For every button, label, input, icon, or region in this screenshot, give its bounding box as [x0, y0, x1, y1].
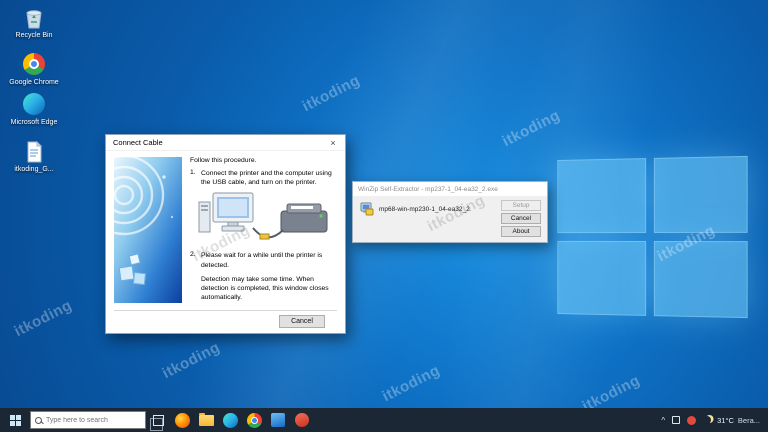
watermark: itkoding — [299, 71, 363, 116]
tray-chevron-icon[interactable]: ^ — [661, 416, 665, 425]
step-2: 2. Please wait for a while until the pri… — [190, 251, 337, 269]
connect-cable-titlebar[interactable]: Connect Cable × — [106, 135, 345, 151]
recycle-bin-icon — [22, 6, 46, 30]
step-2-text: Please wait for a while until the printe… — [201, 252, 323, 269]
step-1-number: 1. — [190, 169, 196, 176]
taskbar-item-firefox[interactable] — [170, 408, 194, 432]
windows-logo-pane — [557, 158, 647, 234]
moon-weather-icon — [703, 416, 711, 424]
wizard-side-artwork — [114, 157, 182, 303]
weather-temperature: 31°C — [717, 415, 734, 425]
edge-icon — [222, 412, 238, 428]
desktop-icon-label: Microsoft Edge — [10, 119, 58, 126]
tray-notification-icon[interactable] — [687, 415, 697, 425]
tray-app-icon[interactable] — [672, 416, 681, 424]
search-input[interactable] — [46, 416, 136, 424]
system-tray: ^ 31°C Bera... — [661, 415, 768, 425]
watermark: itkoding — [499, 106, 563, 151]
edge-icon — [22, 93, 46, 117]
step-2-number: 2. — [190, 251, 196, 259]
windows-logo-wallpaper — [557, 155, 748, 319]
dialog-separator — [114, 310, 337, 311]
taskbar-item-edge[interactable] — [218, 408, 242, 432]
taskbar-search[interactable] — [30, 411, 146, 429]
firefox-icon — [174, 412, 190, 428]
search-icon — [35, 416, 42, 424]
watermark: itkoding — [379, 361, 443, 406]
taskbar-item-photos[interactable] — [266, 408, 290, 432]
desktop-icon-chrome[interactable]: Google Chrome — [5, 52, 63, 87]
chrome-icon — [246, 412, 262, 428]
winzip-titlebar[interactable]: WinZip Self-Extractor - mp237-1_04-ea32_… — [353, 182, 547, 196]
desktop-icon-label: itkoding_G... — [14, 166, 54, 173]
watermark: itkoding — [159, 338, 223, 383]
document-icon — [22, 140, 46, 164]
mail-app-icon — [295, 413, 309, 427]
taskbar: ^ 31°C Bera... — [0, 408, 768, 432]
taskbar-item-chrome[interactable] — [242, 408, 266, 432]
installer-app-icon — [360, 202, 374, 216]
desktop-icon-edge[interactable]: Microsoft Edge — [5, 92, 63, 127]
windows-logo-pane — [557, 240, 647, 316]
task-view-button[interactable] — [146, 408, 170, 432]
windows-logo-pane — [653, 155, 748, 233]
desktop-icon-file[interactable]: itkoding_G... — [5, 140, 63, 174]
extracting-filename: mp68-win-mp230-1_04-ea32_2 — [379, 206, 470, 213]
about-button[interactable]: About — [501, 226, 541, 237]
taskbar-item-file-explorer[interactable] — [194, 408, 218, 432]
computer-printer-illustration — [193, 190, 335, 246]
cancel-button[interactable]: Cancel — [501, 213, 541, 224]
chrome-icon — [22, 53, 46, 77]
taskbar-item-mail[interactable] — [290, 408, 314, 432]
weather-widget[interactable]: 31°C Bera... — [703, 416, 760, 425]
task-view-icon — [149, 414, 164, 431]
winzip-self-extractor-dialog: WinZip Self-Extractor - mp237-1_04-ea32_… — [352, 181, 548, 243]
windows-start-icon — [9, 414, 21, 426]
file-explorer-icon — [198, 412, 214, 426]
desktop: Recycle Bin Google Chrome Microsoft Edge… — [0, 0, 768, 432]
setup-button[interactable]: Setup — [501, 200, 541, 211]
procedure-intro-text: Follow this procedure. — [190, 157, 257, 164]
step-1-text: Connect the printer and the computer usi… — [201, 170, 332, 187]
weather-description: Bera... — [737, 415, 760, 425]
desktop-icon-label: Google Chrome — [9, 79, 59, 86]
watermark: itkoding — [11, 296, 75, 341]
desktop-icon-label: Recycle Bin — [15, 32, 53, 39]
connect-cable-title: Connect Cable — [113, 138, 163, 147]
windows-logo-pane — [653, 241, 748, 319]
winzip-title: WinZip Self-Extractor - mp237-1_04-ea32_… — [358, 185, 498, 193]
detection-note-text: Detection may take some time. When detec… — [201, 275, 329, 302]
step-1: 1. Connect the printer and the computer … — [190, 169, 337, 187]
start-button[interactable] — [0, 408, 30, 432]
desktop-icon-recycle-bin[interactable]: Recycle Bin — [5, 6, 63, 40]
close-icon[interactable]: × — [321, 135, 345, 151]
connect-cable-dialog: Connect Cable × Follow this procedure. 1… — [105, 134, 346, 334]
photos-icon — [271, 413, 285, 427]
cancel-button[interactable]: Cancel — [279, 315, 325, 328]
